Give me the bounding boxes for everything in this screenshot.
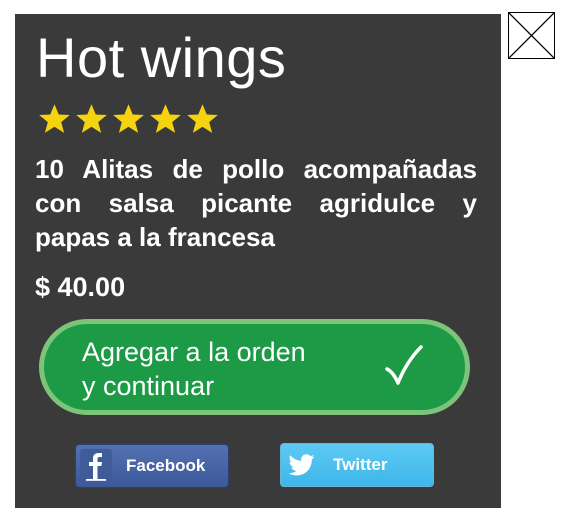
add-to-order-label: Agregar a la orden y continuar bbox=[82, 335, 306, 403]
star-icon bbox=[150, 104, 181, 133]
twitter-bird-icon bbox=[289, 454, 315, 476]
star-icon bbox=[187, 104, 218, 133]
check-icon bbox=[385, 345, 423, 385]
star-icon bbox=[39, 104, 70, 133]
close-button[interactable] bbox=[508, 12, 555, 59]
product-description: 10 Alitas de pollo acompañadas con salsa… bbox=[35, 154, 477, 252]
product-price: $ 40.00 bbox=[35, 272, 126, 302]
close-icon bbox=[509, 13, 554, 58]
facebook-share-button[interactable]: Facebook bbox=[75, 444, 229, 488]
star-icon bbox=[76, 104, 107, 133]
add-to-order-label-line1: Agregar a la orden bbox=[82, 337, 306, 367]
add-to-order-label-line2: y continuar bbox=[82, 371, 215, 401]
product-panel: Hot wings 10 Alitas de pollo acompañadas… bbox=[15, 14, 501, 508]
facebook-icon bbox=[80, 449, 112, 483]
facebook-share-label: Facebook bbox=[126, 456, 206, 475]
star-icon bbox=[113, 104, 144, 133]
product-dialog-stage: Hot wings 10 Alitas de pollo acompañadas… bbox=[0, 0, 574, 522]
twitter-share-button[interactable]: Twitter bbox=[280, 443, 434, 487]
twitter-share-label: Twitter bbox=[333, 455, 388, 474]
add-to-order-button[interactable]: Agregar a la orden y continuar bbox=[39, 319, 470, 415]
product-title: Hot wings bbox=[36, 26, 287, 89]
rating-stars bbox=[37, 102, 220, 137]
